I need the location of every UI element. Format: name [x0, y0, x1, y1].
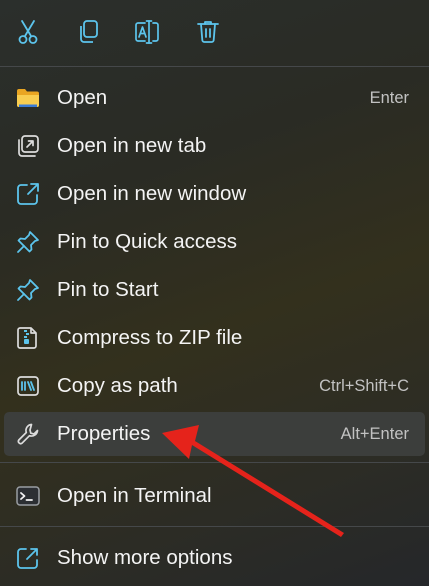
cut-icon: [18, 20, 38, 44]
wrench-icon: [17, 423, 39, 445]
pin-icon: [17, 279, 39, 301]
menu-item-copy-as-path[interactable]: Copy as path Ctrl+Shift+C: [4, 364, 425, 408]
cut-button[interactable]: [10, 14, 46, 50]
menu-item-label: Open in new tab: [57, 134, 207, 157]
menu-item-properties[interactable]: Properties Alt+Enter: [4, 412, 425, 456]
context-menu: Open Enter Open in new tab Open in new w…: [0, 0, 429, 586]
menu-item-show-more-options[interactable]: Show more options: [4, 536, 425, 580]
menu-item-label: Pin to Start: [57, 278, 159, 301]
menu-item-label: Open in Terminal: [57, 484, 212, 507]
pin-icon: [17, 231, 39, 253]
menu-item-compress-to-zip[interactable]: Compress to ZIP file: [4, 316, 425, 360]
menu-item-label: Pin to Quick access: [57, 230, 238, 253]
menu-item-pin-to-quick-access[interactable]: Pin to Quick access: [4, 220, 425, 264]
menu-item-label: Compress to ZIP file: [57, 326, 243, 349]
menu-item-label: Copy as path: [57, 374, 178, 397]
rename-icon: [135, 20, 159, 44]
menu-item-label: Show more options: [57, 546, 233, 569]
shortcut-text: Alt+Enter: [340, 425, 409, 443]
menu-item-label: Properties: [57, 422, 151, 445]
menu-item-open-in-new-window[interactable]: Open in new window: [4, 172, 425, 216]
copy-icon: [80, 20, 98, 43]
menu-item-open[interactable]: Open Enter: [4, 76, 425, 120]
copy-path-icon: [17, 376, 39, 396]
new-tab-icon: [18, 135, 39, 157]
copy-button[interactable]: [70, 14, 106, 50]
new-window-icon: [17, 183, 39, 205]
menu-item-open-in-terminal[interactable]: Open in Terminal: [4, 474, 425, 518]
menu-item-label: Open in new window: [57, 182, 247, 205]
menu-item-open-in-new-tab[interactable]: Open in new tab: [4, 124, 425, 168]
delete-button[interactable]: [190, 14, 226, 50]
separator: [0, 526, 429, 527]
separator: [0, 462, 429, 463]
show-more-icon: [17, 548, 38, 569]
menu-item-label: Open: [57, 86, 108, 109]
separator: [0, 66, 429, 67]
zip-icon: [17, 327, 37, 349]
folder-icon: [17, 89, 39, 107]
shortcut-text: Enter: [369, 89, 409, 107]
delete-icon: [197, 21, 219, 43]
menu-item-pin-to-start[interactable]: Pin to Start: [4, 268, 425, 312]
terminal-icon: [16, 486, 40, 506]
shortcut-text: Ctrl+Shift+C: [319, 377, 409, 395]
context-menu-toolbar: [0, 0, 429, 66]
rename-button[interactable]: [129, 14, 165, 50]
